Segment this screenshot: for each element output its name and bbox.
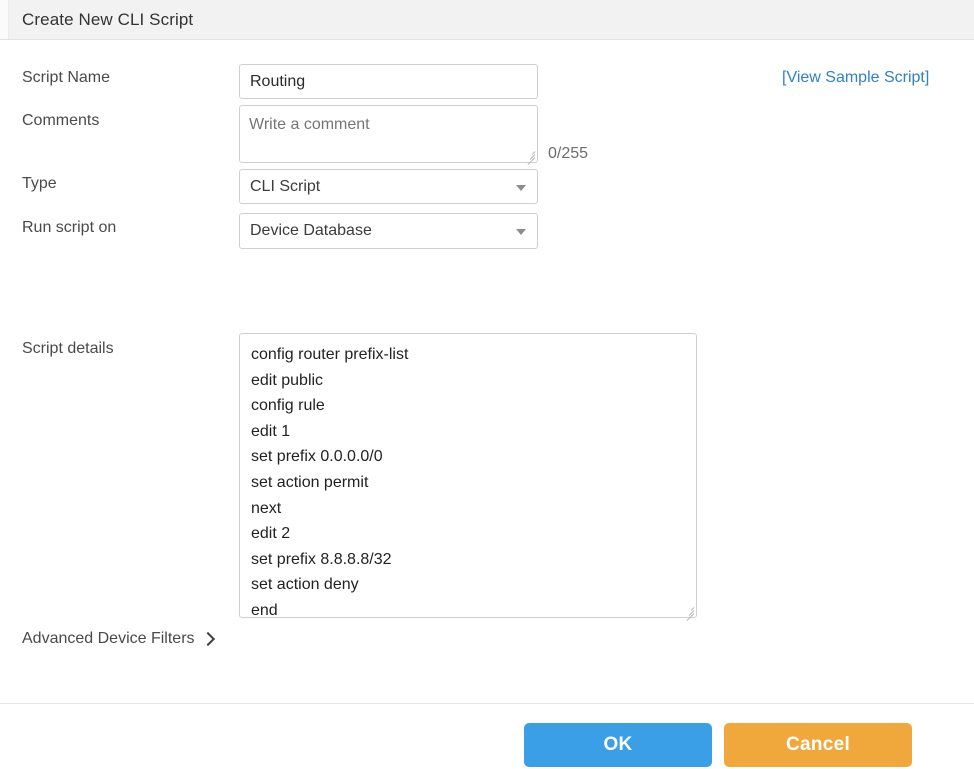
script-details-label: Script details <box>22 340 114 358</box>
chevron-down-icon <box>516 229 526 235</box>
advanced-device-filters-toggle[interactable]: Advanced Device Filters <box>22 630 213 648</box>
page-title: Create New CLI Script <box>22 10 193 30</box>
dialog-body: Script Name [View Sample Script] Comment… <box>0 40 974 703</box>
create-cli-script-dialog: Create New CLI Script Script Name [View … <box>0 0 974 769</box>
comments-textarea[interactable] <box>239 105 538 163</box>
advanced-device-filters-label: Advanced Device Filters <box>22 630 195 648</box>
run-script-on-select-value: Device Database <box>250 222 372 240</box>
ok-button[interactable]: OK <box>524 723 712 767</box>
dialog-footer: OK Cancel <box>0 703 974 769</box>
type-select-value: CLI Script <box>250 178 320 196</box>
view-sample-script-link[interactable]: [View Sample Script] <box>782 69 929 87</box>
type-label: Type <box>22 175 57 193</box>
chevron-right-icon <box>200 631 214 645</box>
cancel-button[interactable]: Cancel <box>724 723 912 767</box>
comments-char-counter: 0/255 <box>548 145 588 163</box>
run-script-on-label: Run script on <box>22 219 116 237</box>
script-name-input[interactable] <box>239 64 538 99</box>
comments-label: Comments <box>22 112 99 130</box>
header-edge-strip <box>0 0 9 39</box>
chevron-down-icon <box>516 185 526 191</box>
dialog-header: Create New CLI Script <box>0 0 974 40</box>
type-select[interactable]: CLI Script <box>239 169 538 204</box>
run-script-on-select[interactable]: Device Database <box>239 213 538 249</box>
script-details-textarea[interactable] <box>239 333 697 618</box>
script-name-label: Script Name <box>22 69 110 87</box>
